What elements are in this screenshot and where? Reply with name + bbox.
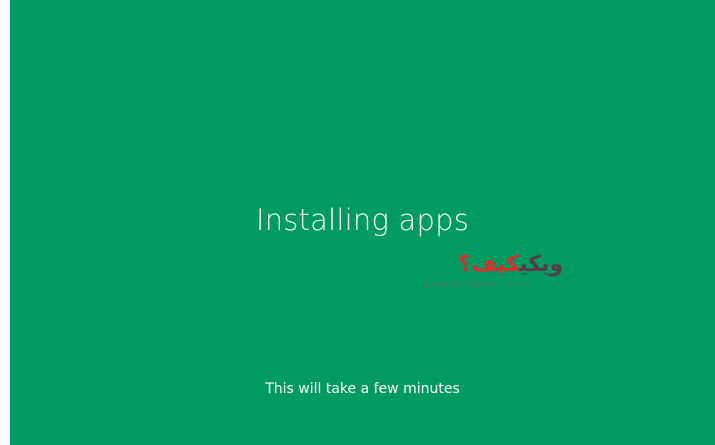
setup-screen: Installing apps ويكيكيف؟ www.wikikeef.co…: [10, 0, 715, 445]
watermark-logo-red: كيف؟: [458, 252, 520, 277]
watermark-logo-text: ويكيكيف؟: [459, 251, 563, 279]
installing-subtitle: This will take a few minutes: [265, 381, 460, 397]
watermark-url: www.wikikeef.com: [423, 280, 531, 290]
watermark-logo: ويكيكيف؟ www.wikikeef.com: [413, 251, 563, 293]
watermark-logo-dark: ويكي: [519, 252, 563, 277]
installing-title: Installing apps: [255, 203, 470, 237]
